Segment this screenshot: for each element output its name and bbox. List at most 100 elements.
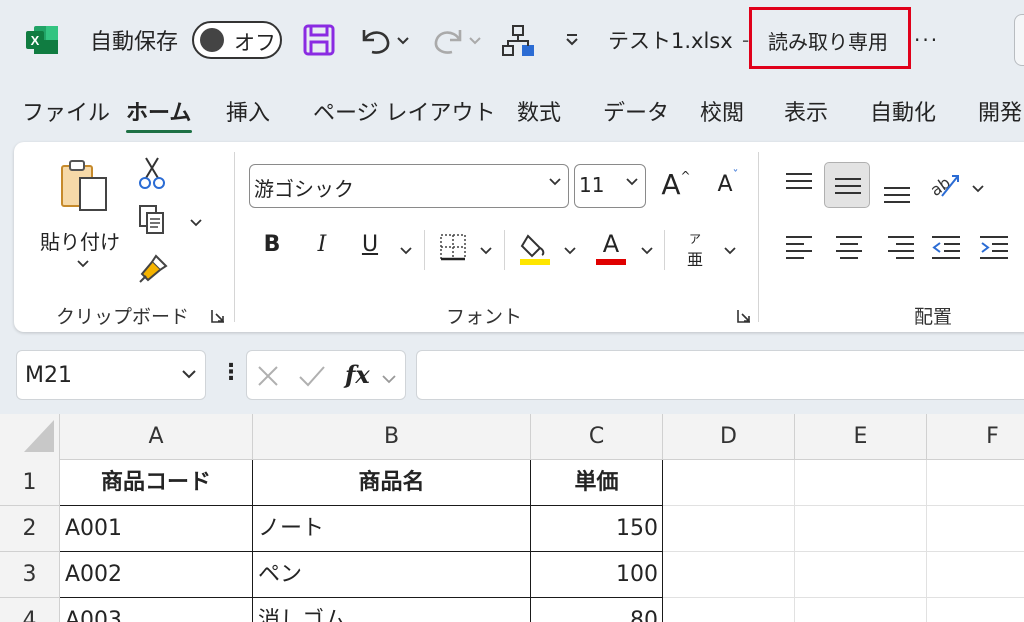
- insert-function-button[interactable]: fx: [345, 360, 370, 389]
- decrease-indent-icon[interactable]: [930, 234, 962, 260]
- search-box-edge[interactable]: [1014, 14, 1024, 66]
- row-header[interactable]: 2: [0, 506, 60, 552]
- phonetic-guide-icon[interactable]: ア 亜: [682, 230, 708, 270]
- font-launcher-icon[interactable]: [736, 308, 752, 324]
- decrease-font-size-button[interactable]: Aˇ: [711, 168, 745, 204]
- cell-b2[interactable]: ノート: [253, 506, 531, 552]
- font-size-select[interactable]: 11: [574, 164, 646, 208]
- row-header[interactable]: 4: [0, 598, 60, 622]
- tab-home[interactable]: ホーム: [126, 96, 191, 132]
- column-header-d[interactable]: D: [663, 414, 795, 460]
- bold-button[interactable]: B: [260, 232, 284, 264]
- font-color-icon[interactable]: A: [594, 230, 628, 266]
- cell-d4[interactable]: [663, 598, 795, 622]
- align-top-icon[interactable]: [784, 170, 814, 194]
- title-more-icon[interactable]: ···: [914, 24, 939, 56]
- cell-f3[interactable]: [927, 552, 1024, 598]
- cell-f4[interactable]: [927, 598, 1024, 622]
- format-painter-icon[interactable]: [136, 252, 170, 286]
- font-color-dropdown-icon[interactable]: [641, 244, 653, 259]
- orientation-icon[interactable]: ab: [927, 168, 962, 200]
- cell-d1[interactable]: [663, 460, 795, 506]
- row-header[interactable]: 1: [0, 460, 60, 506]
- cell-e3[interactable]: [795, 552, 927, 598]
- column-header-f[interactable]: F: [927, 414, 1024, 460]
- clipboard-launcher-icon[interactable]: [210, 308, 226, 324]
- name-box[interactable]: M21: [16, 350, 206, 400]
- paste-dropdown-icon[interactable]: [77, 257, 89, 272]
- copy-icon[interactable]: [136, 204, 168, 236]
- cell-a3[interactable]: A002: [60, 552, 253, 598]
- cell-e2[interactable]: [795, 506, 927, 552]
- row-header[interactable]: 3: [0, 552, 60, 598]
- cell-d2[interactable]: [663, 506, 795, 552]
- phonetic-dropdown-icon[interactable]: [724, 244, 736, 259]
- more-options-icon[interactable]: ⋮: [220, 360, 242, 385]
- cell-b1[interactable]: 商品名: [253, 460, 531, 506]
- cell-c4[interactable]: 80: [531, 598, 663, 622]
- tab-view[interactable]: 表示: [784, 96, 828, 132]
- cell-a1[interactable]: 商品コード: [60, 460, 253, 506]
- tab-automate[interactable]: 自動化: [870, 96, 936, 132]
- copy-dropdown-icon[interactable]: [190, 216, 202, 231]
- cell-a4[interactable]: A003: [60, 598, 253, 622]
- fill-color-icon[interactable]: [518, 230, 552, 266]
- autosave-toggle[interactable]: オフ: [192, 21, 282, 59]
- paste-label[interactable]: 貼り付け: [40, 226, 120, 255]
- orientation-dropdown-icon[interactable]: [972, 182, 984, 197]
- tab-insert[interactable]: 挿入: [226, 96, 270, 132]
- cell-a2[interactable]: A001: [60, 506, 253, 552]
- ribbon: 貼り付け クリップボード 游ゴシック 11 A^ Aˇ B I U A ア 亜 …: [14, 142, 1024, 332]
- align-center-icon[interactable]: [834, 234, 864, 260]
- column-header-a[interactable]: A: [60, 414, 253, 460]
- enter-check-icon[interactable]: [297, 363, 327, 389]
- cell-f2[interactable]: [927, 506, 1024, 552]
- tab-data[interactable]: データ: [603, 96, 669, 132]
- align-right-icon[interactable]: [886, 234, 916, 260]
- tab-file[interactable]: ファイル: [22, 96, 110, 132]
- redo-icon[interactable]: [430, 22, 486, 58]
- cut-icon[interactable]: [138, 156, 166, 190]
- file-name[interactable]: テスト1.xlsx: [608, 24, 733, 56]
- underline-dropdown-icon[interactable]: [400, 244, 412, 259]
- tab-page-layout[interactable]: ページ レイアウト: [313, 96, 496, 132]
- cell-c1[interactable]: 単価: [531, 460, 663, 506]
- customize-toolbar-icon[interactable]: [560, 24, 584, 56]
- cell-b3[interactable]: ペン: [253, 552, 531, 598]
- undo-icon[interactable]: [356, 22, 416, 58]
- tab-review[interactable]: 校閲: [700, 96, 744, 132]
- excel-icon[interactable]: X: [24, 24, 60, 56]
- cell-c2[interactable]: 150: [531, 506, 663, 552]
- increase-indent-icon[interactable]: [978, 234, 1010, 260]
- cell-c3[interactable]: 100: [531, 552, 663, 598]
- tab-formulas[interactable]: 数式: [517, 96, 561, 132]
- align-middle-button[interactable]: [824, 162, 870, 208]
- borders-dropdown-icon[interactable]: [480, 244, 492, 259]
- align-left-icon[interactable]: [784, 234, 814, 260]
- cell-b4[interactable]: 消しゴム: [253, 598, 531, 622]
- paste-icon[interactable]: [58, 158, 114, 214]
- chevron-down-icon: [625, 175, 639, 191]
- fill-color-dropdown-icon[interactable]: [564, 244, 576, 259]
- title-bar: X 自動保存 オフ テスト1.xlsx - 読み取り専用 ···: [0, 0, 1024, 80]
- chevron-down-icon[interactable]: [181, 365, 197, 383]
- save-icon[interactable]: [302, 22, 336, 58]
- cancel-icon[interactable]: [255, 363, 281, 389]
- cell-d3[interactable]: [663, 552, 795, 598]
- borders-icon[interactable]: [438, 232, 468, 262]
- chevron-down-icon[interactable]: [381, 369, 397, 388]
- org-chart-icon[interactable]: [500, 22, 536, 58]
- cell-e1[interactable]: [795, 460, 927, 506]
- column-header-b[interactable]: B: [253, 414, 531, 460]
- font-name-select[interactable]: 游ゴシック: [249, 164, 569, 208]
- column-header-e[interactable]: E: [795, 414, 927, 460]
- column-header-c[interactable]: C: [531, 414, 663, 460]
- align-bottom-icon[interactable]: [882, 180, 912, 204]
- formula-input[interactable]: [416, 350, 1024, 400]
- tab-developer[interactable]: 開発: [978, 96, 1022, 132]
- cell-f1[interactable]: [927, 460, 1024, 506]
- italic-button[interactable]: I: [310, 232, 334, 264]
- underline-button[interactable]: U: [358, 232, 382, 264]
- cell-e4[interactable]: [795, 598, 927, 622]
- increase-font-size-button[interactable]: A^: [659, 168, 693, 204]
